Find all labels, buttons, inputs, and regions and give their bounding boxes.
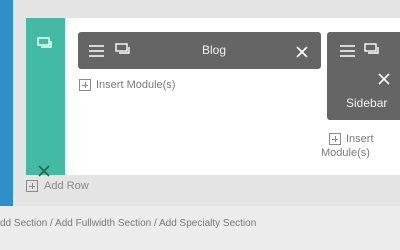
insert-module-label: Insert Module(s) [96,79,176,91]
module-title: Blog [202,43,227,57]
insert-module-button-sidebar[interactable]: Insert Module(s) [321,132,374,160]
module-title: Sidebar [346,96,388,110]
close-icon[interactable] [378,72,390,90]
insert-label-line1: Insert [346,133,374,145]
plus-icon [329,133,341,145]
add-section-links[interactable]: dd Section / Add Fullwidth Section / Add… [0,218,256,229]
plus-icon [79,79,91,91]
close-icon[interactable] [296,45,308,63]
section-handle[interactable] [0,0,13,206]
duplicate-icon[interactable] [37,37,53,56]
duplicate-icon[interactable] [115,43,131,62]
sidebar-module[interactable]: Sidebar [327,32,400,120]
blog-module[interactable]: Blog [78,32,321,69]
menu-icon[interactable] [340,44,355,62]
add-row-label: Add Row [44,180,89,192]
add-row-button[interactable]: Add Row [26,180,89,192]
insert-module-button[interactable]: Insert Module(s) [79,79,175,91]
row-settings-handle[interactable] [26,18,65,177]
menu-icon[interactable] [89,44,104,62]
duplicate-icon[interactable] [364,43,380,62]
insert-label-line2: Module(s) [321,147,370,159]
plus-icon [26,180,38,192]
